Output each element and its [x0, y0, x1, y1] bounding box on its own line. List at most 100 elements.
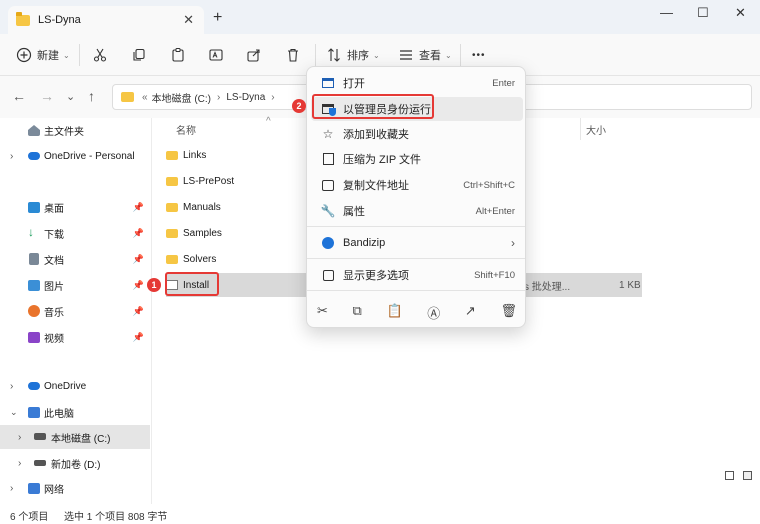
download-icon: ↓: [28, 225, 34, 239]
menu-item-copy-path[interactable]: 复制文件地址 Ctrl+Shift+C: [311, 173, 523, 197]
pin-icon: 📌: [132, 305, 144, 316]
sidebar-item-pictures[interactable]: 图片 📌: [0, 273, 150, 297]
music-icon: [28, 305, 40, 317]
pictures-icon: [28, 280, 40, 291]
pc-icon: [28, 407, 40, 418]
menu-divider: [307, 226, 525, 227]
step-badge-2: 2: [292, 99, 306, 113]
sidebar-item-home[interactable]: 主文件夹: [0, 118, 150, 142]
chevron-down-icon[interactable]: ⌄: [10, 407, 18, 418]
drive-icon: [34, 433, 46, 440]
clipboard-icon: [172, 48, 184, 62]
folder-icon: [166, 202, 178, 212]
paste-button[interactable]: [170, 44, 186, 66]
cut-button[interactable]: [92, 44, 108, 66]
breadcrumb-folder[interactable]: LS-Dyna: [226, 92, 265, 103]
tab-title: LS-Dyna: [38, 14, 81, 26]
menu-item-show-more-options[interactable]: 显示更多选项 Shift+F10: [311, 263, 523, 287]
trash-icon[interactable]: 🗑: [500, 303, 517, 321]
sort-label: 排序: [347, 50, 369, 62]
sidebar-item-onedrive[interactable]: › OneDrive: [0, 374, 150, 398]
menu-item-compress-zip[interactable]: 压缩为 ZIP 文件: [311, 147, 523, 171]
folder-icon: [121, 92, 134, 102]
menu-item-add-favorites[interactable]: ☆ 添加到收藏夹: [311, 122, 523, 146]
minimize-button[interactable]: —: [660, 5, 673, 20]
maximize-button[interactable]: ☐: [697, 5, 709, 21]
back-arrow-icon[interactable]: ←: [12, 88, 26, 104]
chevron-right-icon[interactable]: ›: [18, 432, 21, 443]
sidebar-item-music[interactable]: 音乐 📌: [0, 299, 150, 323]
sidebar-item-network[interactable]: › 网络: [0, 476, 150, 500]
chevron-right-icon[interactable]: ›: [10, 151, 13, 162]
pin-icon: 📌: [132, 201, 144, 212]
overflow-icon[interactable]: «: [142, 92, 148, 103]
bandizip-icon: [321, 236, 335, 250]
highlight-install: [165, 272, 219, 296]
forward-arrow-icon[interactable]: →: [40, 88, 54, 104]
scissors-icon[interactable]: ✂: [317, 303, 328, 321]
menu-item-bandizip[interactable]: Bandizip ›: [311, 231, 523, 255]
chevron-right-icon[interactable]: ›: [10, 381, 13, 392]
selection-info: 选中 1 个项目 808 字节: [64, 512, 168, 523]
rename-button[interactable]: [208, 44, 224, 66]
details-view-icon[interactable]: [725, 471, 734, 480]
close-tab-icon[interactable]: ✕: [183, 12, 194, 28]
tiles-view-icon[interactable]: [743, 471, 752, 480]
rename-icon: [209, 49, 223, 61]
menu-item-open[interactable]: 打开 Enter: [311, 71, 523, 95]
desktop-icon: [28, 202, 40, 213]
breadcrumb-drive[interactable]: 本地磁盘 (C:): [152, 90, 211, 105]
step-badge-1: 1: [147, 278, 161, 292]
sidebar-item-this-pc[interactable]: ⌄ 此电脑: [0, 400, 150, 424]
chevron-right-icon: ›: [511, 236, 515, 250]
new-button[interactable]: 新建 ⌄: [16, 44, 70, 66]
pin-icon: 📌: [132, 331, 144, 342]
chevron-down-icon: ⌄: [63, 50, 70, 60]
menu-divider: [307, 258, 525, 259]
star-icon: ☆: [322, 127, 334, 141]
file-type: s 批处理...: [524, 281, 571, 293]
view-button[interactable]: 查看 ⌄: [398, 44, 452, 66]
share-icon: [247, 49, 260, 62]
pin-icon: 📌: [132, 279, 144, 290]
clipboard-icon[interactable]: 📋: [386, 303, 402, 321]
title-bar: LS-Dyna ✕ + — ☐ ✕: [0, 0, 760, 34]
sidebar-item-drive-d[interactable]: › 新加卷 (D:): [0, 451, 150, 475]
copy-button[interactable]: [131, 44, 147, 66]
recent-chevron-icon[interactable]: ⌄: [66, 90, 75, 103]
folder-icon: [166, 176, 178, 186]
share-button[interactable]: [246, 44, 262, 66]
sort-button[interactable]: 排序 ⌄: [326, 44, 380, 66]
zip-icon: [321, 152, 335, 166]
rename-icon[interactable]: Ⓐ: [427, 303, 440, 321]
videos-icon: [28, 332, 40, 343]
new-tab-button[interactable]: +: [213, 9, 222, 27]
menu-item-properties[interactable]: 🔧 属性 Alt+Enter: [311, 199, 523, 223]
copy-icon: [133, 48, 145, 61]
chevron-right-icon[interactable]: ›: [10, 483, 13, 494]
sidebar-item-onedrive-personal[interactable]: › OneDrive - Personal: [0, 144, 150, 168]
column-header-size[interactable]: 大小: [586, 122, 606, 137]
chevron-down-icon: ⌄: [373, 50, 380, 60]
sidebar-item-documents[interactable]: 文档 📌: [0, 247, 150, 271]
copy-icon[interactable]: ⧉: [353, 303, 362, 321]
copy-path-icon: [321, 178, 335, 192]
up-arrow-icon[interactable]: ↑: [88, 88, 95, 104]
tab-ls-dyna[interactable]: LS-Dyna ✕: [8, 6, 204, 34]
close-window-button[interactable]: ✕: [735, 5, 746, 21]
sidebar-item-drive-c[interactable]: › 本地磁盘 (C:): [0, 425, 150, 449]
sort-up-icon: ^: [266, 116, 271, 127]
column-divider: [580, 118, 581, 140]
new-label: 新建: [37, 50, 59, 62]
sidebar-item-desktop[interactable]: 桌面 📌: [0, 195, 150, 219]
view-label: 查看: [419, 50, 441, 62]
sidebar-item-downloads[interactable]: ↓ 下载 📌: [0, 221, 150, 245]
chevron-right-icon[interactable]: ›: [18, 458, 21, 469]
share-icon[interactable]: ↗: [465, 303, 476, 321]
delete-button[interactable]: [285, 44, 301, 66]
more-button[interactable]: •••: [472, 44, 486, 66]
folder-icon: [166, 254, 178, 264]
sidebar-item-videos[interactable]: 视频 📌: [0, 325, 150, 349]
column-header-name[interactable]: 名称: [176, 122, 196, 137]
chevron-down-icon: ⌄: [445, 50, 452, 60]
